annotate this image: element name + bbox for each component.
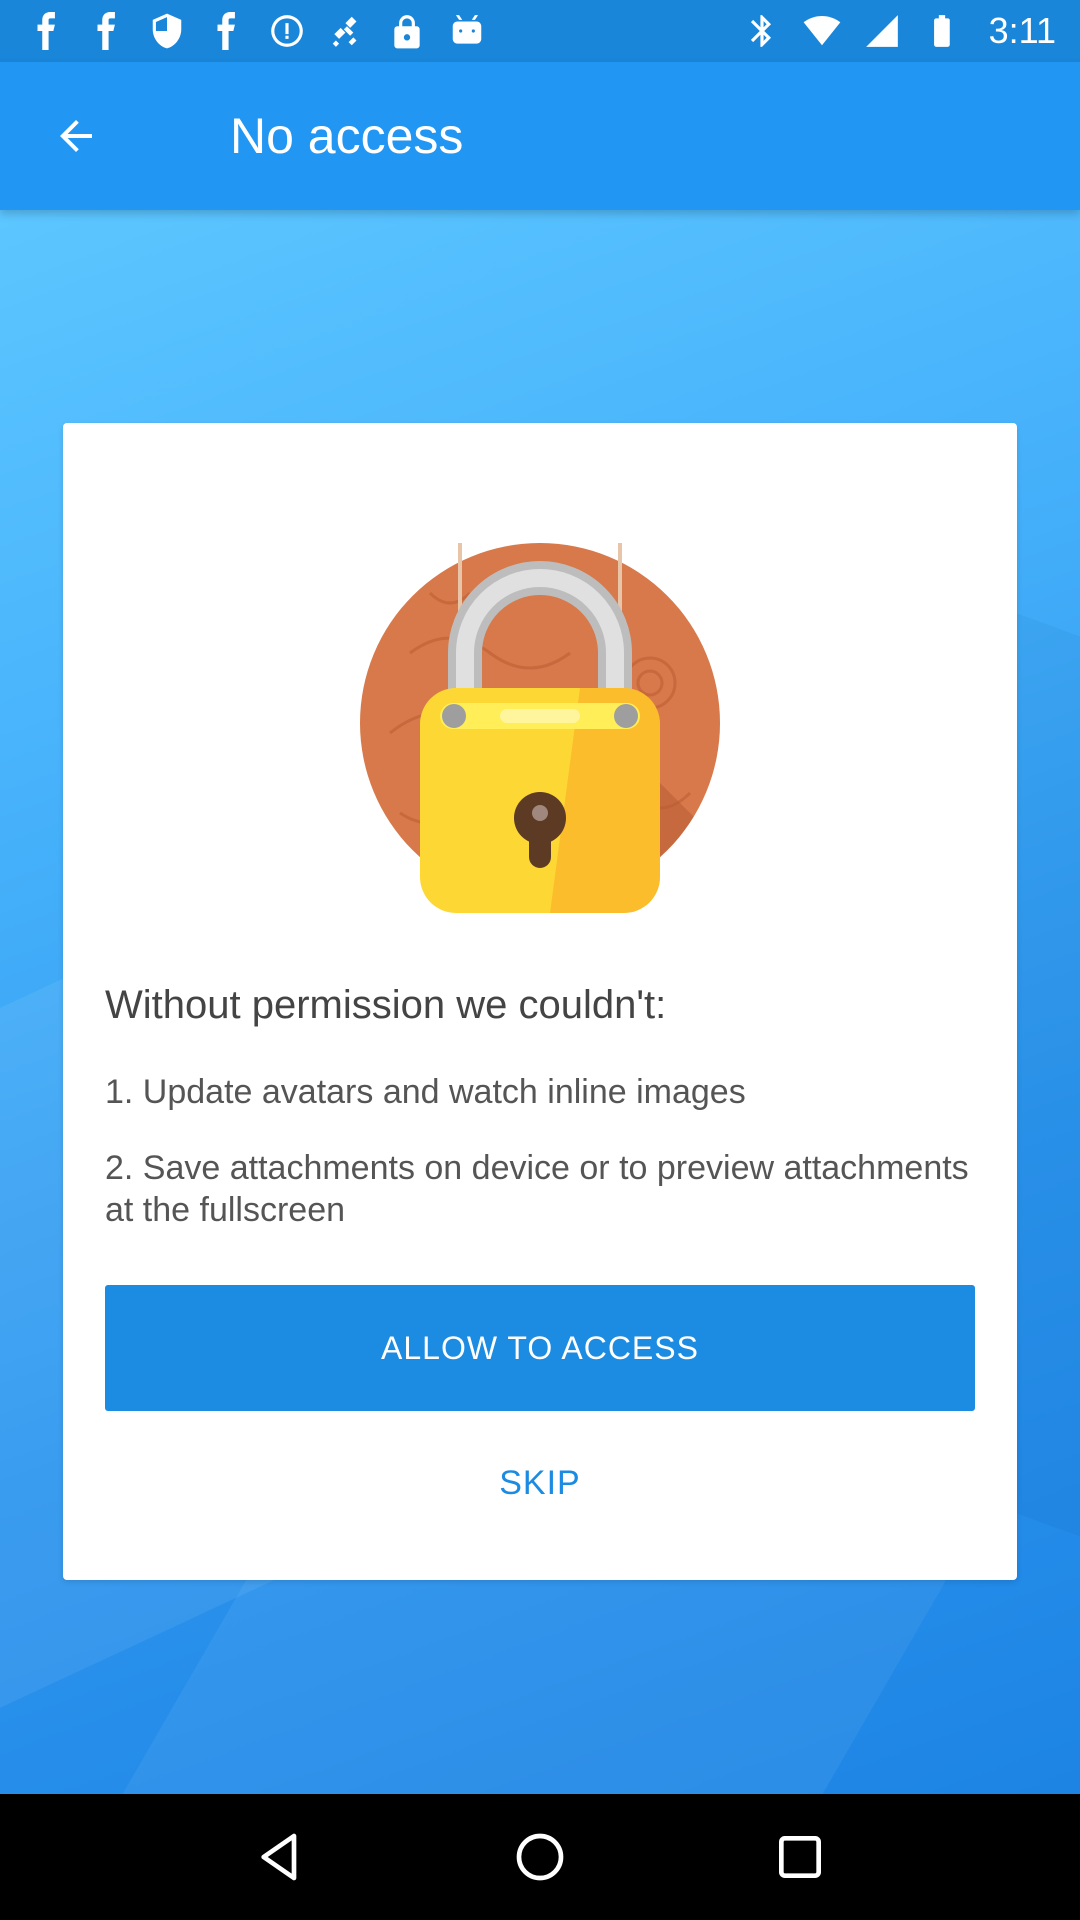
home-circle-icon [516, 1833, 564, 1881]
arrow-back-icon [60, 120, 92, 152]
recents-square-icon [779, 1836, 821, 1878]
data-saver-icon [268, 12, 306, 50]
nav-recents-button[interactable] [765, 1822, 835, 1892]
facebook-icon [28, 12, 66, 50]
allow-access-button[interactable]: ALLOW TO ACCESS [105, 1285, 975, 1411]
app-bar: No access [0, 62, 1080, 210]
permission-item: 1. Update avatars and watch inline image… [105, 1073, 746, 1111]
padlock-icon [360, 543, 720, 913]
android-icon [448, 12, 486, 50]
back-triangle-icon [261, 1833, 297, 1881]
facebook-icon [208, 12, 246, 50]
permission-card: Without permission we couldn't: 1. Updat… [63, 423, 1017, 1580]
facebook-icon [88, 12, 126, 50]
shield-icon [148, 12, 186, 50]
nav-back-button[interactable] [245, 1822, 315, 1892]
status-bar: 3:11 [0, 0, 1080, 62]
notification-icons [28, 12, 486, 50]
skip-button[interactable]: SKIP [105, 1433, 975, 1533]
lock-icon [388, 12, 426, 50]
permission-heading: Without permission we couldn't: [105, 983, 667, 1027]
back-button[interactable] [26, 86, 126, 186]
navigation-bar [0, 1794, 1080, 1920]
status-clock: 3:11 [988, 10, 1056, 51]
page-title: No access [230, 108, 464, 164]
wifi-icon [803, 12, 841, 50]
battery-icon [923, 12, 961, 50]
permission-item: 2. Save attachments on device or to prev… [105, 1149, 969, 1229]
nav-home-button[interactable] [505, 1822, 575, 1892]
system-icons: 3:11 [743, 10, 1056, 52]
signal-icon [863, 12, 901, 50]
fake-gps-icon [328, 12, 366, 50]
bluetooth-icon [743, 12, 781, 50]
